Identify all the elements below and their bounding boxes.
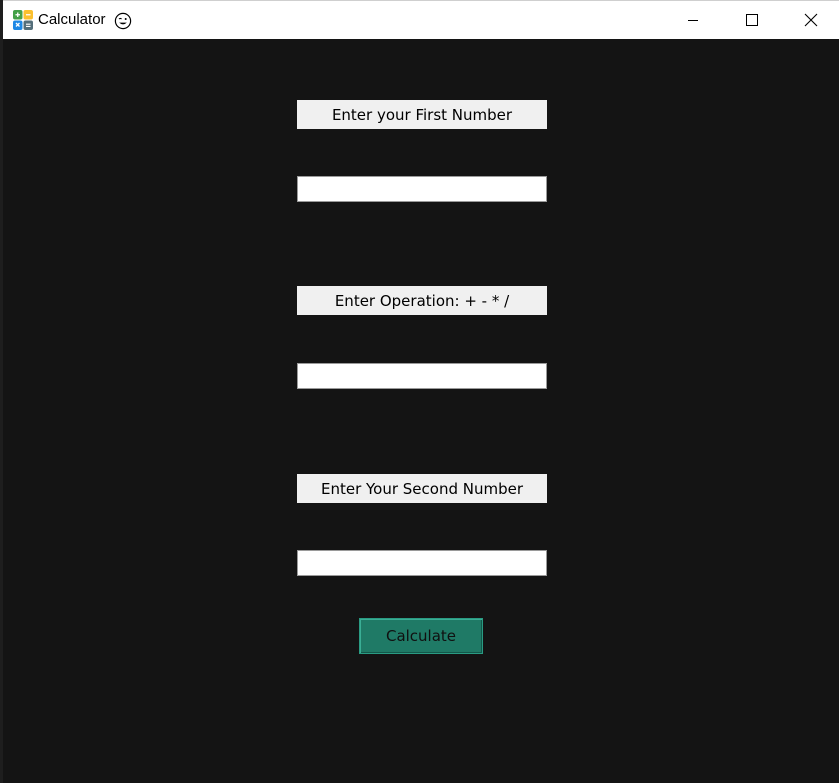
second-number-input[interactable]: [297, 550, 547, 576]
title-bar[interactable]: Calculator: [3, 0, 839, 39]
calculator-app-icon: [13, 10, 33, 30]
calculator-window: Calculator Enter your First Number Enter…: [3, 0, 839, 783]
window-title: Calculator: [38, 11, 106, 28]
second-number-label: Enter Your Second Number: [297, 474, 547, 503]
minimize-icon: [688, 20, 698, 21]
close-button[interactable]: [788, 1, 834, 39]
operation-input[interactable]: [297, 363, 547, 389]
first-number-label: Enter your First Number: [297, 100, 547, 129]
operation-label: Enter Operation: + - * /: [297, 286, 547, 315]
close-icon: [804, 13, 818, 27]
maximize-icon: [746, 14, 758, 26]
calculate-button[interactable]: Calculate: [359, 618, 483, 654]
maximize-button[interactable]: [729, 1, 775, 39]
first-number-input[interactable]: [297, 176, 547, 202]
minimize-button[interactable]: [670, 1, 716, 39]
winking-smiley-icon: [114, 12, 132, 30]
